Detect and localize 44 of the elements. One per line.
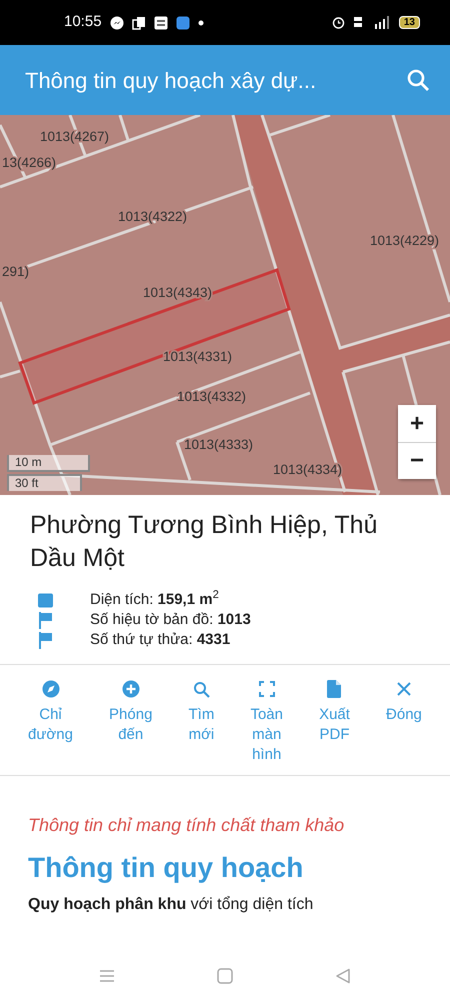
zoom-out-button[interactable]: −: [398, 442, 436, 479]
parcel-attribute: Diện tích: 159,1 m$^{2}$: [90, 590, 219, 610]
fullscreen-button[interactable]: Toàn màn hình: [250, 677, 283, 765]
search-icon: [192, 680, 210, 698]
flag-icon: [38, 612, 53, 628]
fullscreen-icon: [258, 681, 275, 697]
parcel-label: 291): [2, 264, 30, 279]
home-nav-button[interactable]: [217, 968, 233, 984]
parcel-label: 1013(4333): [184, 437, 254, 452]
parcel-label: 1013(4331): [163, 349, 232, 364]
plus-circle-icon: [122, 680, 140, 698]
parcel-label: 1013(4332): [177, 389, 246, 404]
scale-bar: 30 ft: [7, 474, 82, 491]
parcel-label: 1013(4343): [143, 285, 212, 300]
close-button[interactable]: Đóng: [386, 677, 422, 725]
parcel-attribute: Số hiệu tờ bản đồ: 1013: [90, 610, 251, 630]
zoom-in-button[interactable]: +: [398, 405, 436, 442]
document-icon: [327, 680, 342, 698]
zoom-button[interactable]: Phóng đến: [109, 677, 152, 745]
parcel-title: Phường Tương Bình Hiệp, Thủ Dầu Một: [29, 510, 378, 574]
pdf-button[interactable]: Xuất PDF: [319, 677, 350, 745]
search-button[interactable]: Tìm mới: [188, 677, 214, 745]
flag-icon: [38, 632, 53, 648]
dot-icon: [198, 20, 204, 26]
status-time: 10:55: [64, 12, 102, 32]
menu-nav-button[interactable]: [99, 969, 115, 983]
parcel-attribute: Số thứ tự thửa: 4331: [90, 630, 230, 650]
app-icon: [176, 16, 190, 30]
alarm-icon: [332, 16, 345, 29]
compass-icon: [42, 680, 60, 698]
search-button[interactable]: [406, 68, 430, 92]
messenger-icon: [110, 16, 124, 30]
section-paragraph: Quy hoạch phân khu với tổng diện tích: [28, 894, 314, 915]
directions-button[interactable]: Chỉ đường: [28, 677, 73, 745]
app-title: Thông tin quy hoạch xây dự...: [25, 66, 316, 95]
app-icon: [154, 16, 168, 30]
scale-bar: 10 m: [7, 455, 90, 472]
close-icon: [396, 682, 411, 696]
square-icon: [38, 592, 53, 608]
disclaimer-text: Thông tin chỉ mang tính chất tham khảo: [28, 814, 346, 837]
copy-icon: [132, 16, 146, 30]
section-heading: Thông tin quy hoạch: [28, 851, 304, 885]
back-nav-button[interactable]: [335, 968, 351, 984]
battery-level: 13: [398, 16, 420, 29]
